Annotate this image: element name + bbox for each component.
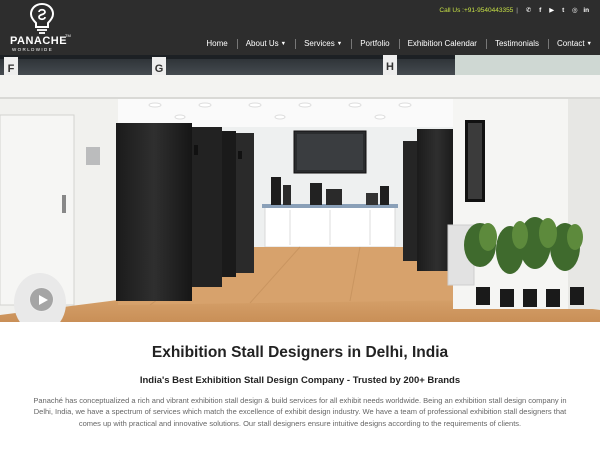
lightbulb-logo-icon — [29, 2, 55, 34]
whatsapp-icon[interactable]: ✆ — [523, 6, 535, 14]
nav-about-label: About Us — [245, 38, 279, 48]
nav-calendar-label: Exhibition Calendar — [407, 38, 477, 48]
chevron-down-icon: ▼ — [336, 40, 343, 47]
top-contact-bar: Call Us : +91-9540443355 | ✆ f ▶ t ◎ in — [439, 5, 592, 15]
nav-contact-label: Contact — [556, 38, 585, 48]
nav-about-us[interactable]: About Us ▼ — [236, 38, 295, 49]
nav-services-label: Services — [304, 38, 335, 48]
twitter-icon[interactable]: t — [558, 7, 570, 14]
exhibition-stall-photo: F G H — [0, 55, 600, 322]
chevron-down-icon: ▼ — [280, 40, 287, 47]
site-header: PANACHE TM WORLDWIDE Call Us : +91-95404… — [0, 0, 600, 55]
booth-sign-f: F — [8, 63, 15, 75]
intro-paragraph: Panaché has conceptualized a rich and vi… — [33, 396, 567, 428]
page-subtitle: India's Best Exhibition Stall Design Com… — [139, 375, 461, 386]
booth-sign-g: G — [155, 63, 164, 75]
instagram-icon[interactable]: ◎ — [569, 6, 581, 14]
video-play-button[interactable] — [29, 287, 54, 312]
nav-portfolio[interactable]: Portfolio — [351, 38, 398, 49]
topbar-separator: | — [516, 6, 518, 14]
brand-trademark: TM — [65, 33, 71, 38]
nav-portfolio-label: Portfolio — [360, 38, 390, 48]
brand-subtitle: WORLDWIDE — [12, 47, 54, 52]
chevron-down-icon: ▼ — [586, 40, 592, 47]
phone-link[interactable]: +91-9540443355 — [464, 7, 513, 14]
nav-services[interactable]: Services ▼ — [295, 38, 351, 49]
main-nav: Home About Us ▼ Services ▼ Portfolio Exhib… — [197, 38, 592, 49]
facebook-icon[interactable]: f — [535, 7, 547, 14]
booth-sign-h: H — [386, 61, 394, 73]
nav-contact[interactable]: Contact ▼ — [547, 38, 592, 49]
brand-logo[interactable]: PANACHE TM WORLDWIDE — [10, 2, 72, 54]
nav-testimonials-label: Testimonials — [494, 38, 539, 48]
intro-section: Exhibition Stall Designers in Delhi, Ind… — [0, 322, 600, 450]
call-us-label: Call Us : — [439, 6, 464, 14]
brand-name: PANACHE — [10, 35, 68, 47]
youtube-icon[interactable]: ▶ — [546, 6, 558, 14]
nav-exhibition-calendar[interactable]: Exhibition Calendar — [398, 38, 486, 49]
hero-banner: F G H — [0, 55, 600, 322]
linkedin-icon[interactable]: in — [581, 7, 593, 14]
social-links: ✆ f ▶ t ◎ in — [523, 6, 593, 15]
page-title: Exhibition Stall Designers in Delhi, Ind… — [151, 344, 449, 361]
nav-home-label: Home — [206, 38, 228, 48]
nav-home[interactable]: Home — [197, 39, 236, 48]
nav-testimonials[interactable]: Testimonials — [485, 38, 548, 49]
